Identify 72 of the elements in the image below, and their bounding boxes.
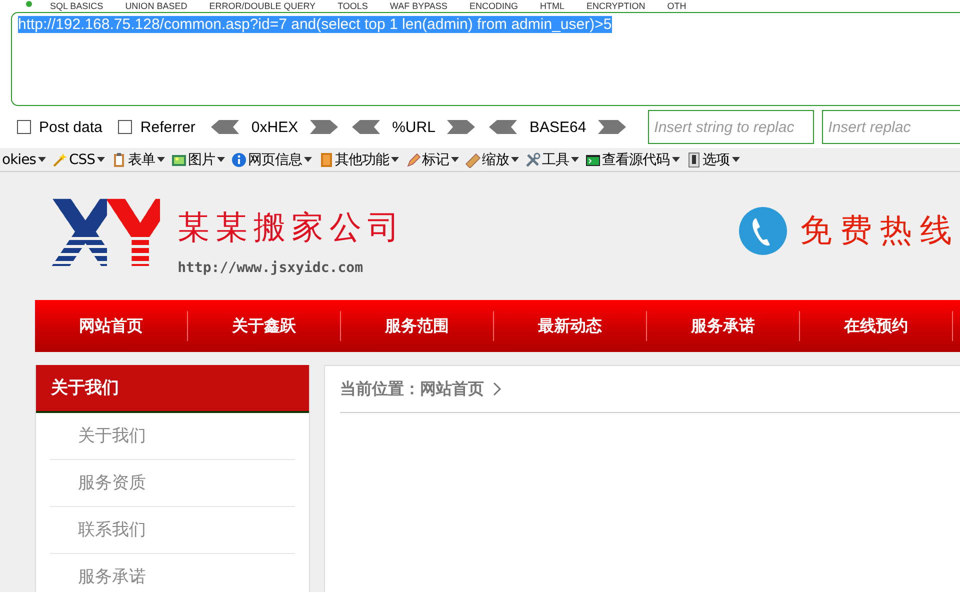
checkbox[interactable] <box>17 120 31 134</box>
toolbar-menu[interactable]: 网页信息 <box>248 150 302 168</box>
right-arrow-icon[interactable] <box>598 120 626 134</box>
menu-item[interactable]: ERROR/DOUBLE QUERY <box>209 1 316 11</box>
nav-item[interactable]: 最新动态 <box>494 311 647 341</box>
right-arrow-icon[interactable] <box>310 120 338 134</box>
menu-item[interactable]: SQL BASICS <box>50 1 104 11</box>
encoder-label[interactable]: BASE64 <box>529 118 586 136</box>
ruler-icon[interactable] <box>465 152 482 168</box>
left-arrow-icon[interactable] <box>489 120 518 134</box>
caret-icon[interactable] <box>38 157 46 162</box>
toolbar-menu[interactable]: 标记 <box>422 150 450 168</box>
nav-item[interactable]: 服务承诺 <box>647 311 800 341</box>
wand-icon[interactable] <box>52 152 68 168</box>
menu-item[interactable]: ENCODING <box>469 1 518 11</box>
checkbox-label: Post data <box>39 118 102 136</box>
menu-item[interactable]: OTH <box>667 1 686 11</box>
checkbox[interactable] <box>118 120 132 134</box>
sidebar-item[interactable]: 服务资质 <box>50 460 295 507</box>
sidebar-title: 关于我们 <box>36 365 309 413</box>
sidebar-item[interactable]: 联系我们 <box>50 507 295 554</box>
caret-icon[interactable] <box>732 157 740 162</box>
toolbar-menu[interactable]: okies <box>2 152 36 168</box>
encoder-label[interactable]: %URL <box>392 118 436 136</box>
toolbar-menu[interactable]: 查看源代码 <box>602 150 670 168</box>
caret-icon[interactable] <box>571 157 580 162</box>
left-arrow-icon[interactable] <box>211 120 240 134</box>
toolbar-menu[interactable]: 表单 <box>128 150 156 168</box>
toolbar-menu[interactable]: 图片 <box>188 150 216 168</box>
toolbar-menu[interactable]: 其他功能 <box>335 150 390 168</box>
menu-item[interactable]: HTML <box>540 1 564 11</box>
pencil-icon[interactable] <box>405 152 422 168</box>
menu-item[interactable]: UNION BASED <box>125 1 188 11</box>
checkbox-label: Referrer <box>140 118 196 136</box>
chevron-right-icon <box>492 382 502 396</box>
caret-icon[interactable] <box>217 157 226 162</box>
hotline-text: 免费热线 <box>800 210 960 251</box>
right-arrow-icon[interactable] <box>447 120 476 134</box>
status-dot <box>26 1 32 7</box>
menu-item[interactable]: ENCRYPTION <box>586 1 646 11</box>
caret-icon[interactable] <box>672 157 680 162</box>
toolbar-menu[interactable]: 选项 <box>702 150 730 168</box>
sidebar-item[interactable]: 关于我们 <box>50 413 295 460</box>
book-icon[interactable] <box>318 152 334 168</box>
phone-icon <box>738 206 788 256</box>
caret-icon[interactable] <box>391 157 400 162</box>
nav-item[interactable]: 服务范围 <box>341 311 494 341</box>
toolbar-menu[interactable]: 缩放 <box>482 150 510 168</box>
nav-item[interactable]: 在线预约 <box>800 311 953 341</box>
toolbar-menu[interactable]: 工具 <box>542 150 570 168</box>
nav-item[interactable]: 网站首页 <box>35 311 188 341</box>
caret-icon[interactable] <box>451 157 460 162</box>
breadcrumb-label: 当前位置： <box>340 378 420 400</box>
breadcrumb-link[interactable]: 网站首页 <box>420 366 484 412</box>
menu-item[interactable]: TOOLS <box>338 1 368 11</box>
caret-icon[interactable] <box>511 157 520 162</box>
switch-icon[interactable] <box>686 152 702 168</box>
caret-icon[interactable] <box>97 157 106 162</box>
replace-field[interactable]: Insert replac <box>822 110 960 144</box>
caret-icon[interactable] <box>157 157 166 162</box>
menu-item[interactable]: WAF BYPASS <box>390 1 448 11</box>
tools-icon[interactable] <box>525 152 542 168</box>
nav-item[interactable]: 关于鑫跃 <box>188 311 341 341</box>
encoder-label[interactable]: 0xHEX <box>251 118 298 136</box>
toolbar-menu[interactable]: CSS <box>68 152 96 168</box>
site-url: http://www.jsxyidc.com <box>178 260 364 276</box>
company-name: 某某搬家公司 <box>178 207 406 248</box>
replace-field[interactable]: Insert string to replac <box>648 110 814 144</box>
sidebar-item[interactable]: 服务承诺 <box>50 554 295 592</box>
left-arrow-icon[interactable] <box>352 120 380 134</box>
caret-icon[interactable] <box>304 157 312 162</box>
info-icon[interactable] <box>231 152 248 168</box>
